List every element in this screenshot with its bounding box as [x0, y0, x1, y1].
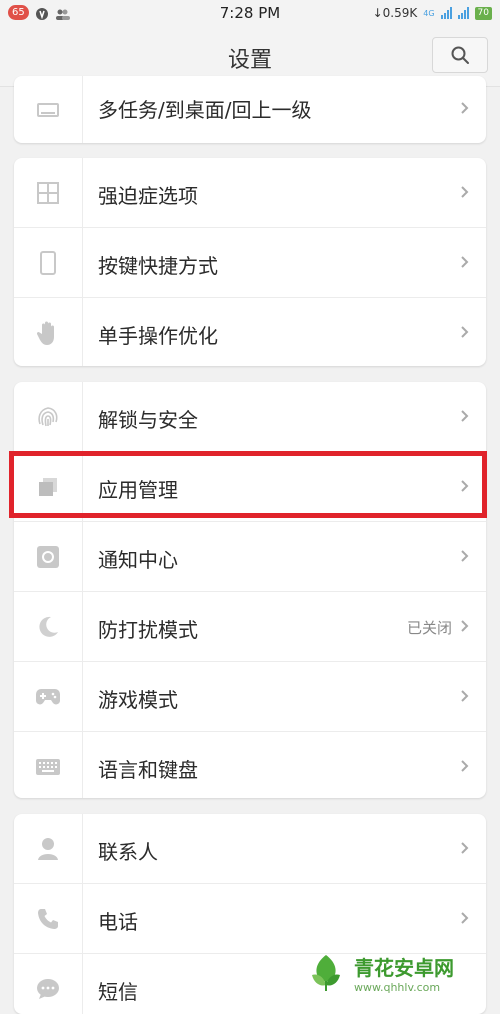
- item-label: 游戏模式: [98, 688, 178, 712]
- settings-item-one-hand[interactable]: 单手操作优化: [14, 297, 486, 366]
- settings-item-game-mode[interactable]: 游戏模式: [14, 661, 486, 731]
- item-label: 联系人: [98, 840, 158, 864]
- chevron-right-icon: [461, 480, 469, 492]
- settings-group-2: 强迫症选项 按键快捷方式 单手操作优化: [14, 158, 486, 366]
- battery-icon: 70: [474, 6, 492, 20]
- settings-item-key-shortcuts[interactable]: 按键快捷方式: [14, 227, 486, 297]
- watermark-logo-icon: [312, 955, 340, 991]
- signal-icon: [440, 7, 452, 19]
- settings-group-1: 多任务/到桌面/回上一级: [14, 76, 486, 143]
- app-manage-icon: [14, 452, 83, 521]
- item-label: 多任务/到桌面/回上一级: [98, 98, 312, 122]
- settings-item-contacts[interactable]: 联系人: [14, 814, 486, 883]
- settings-item-do-not-disturb[interactable]: 防打扰模式 已关闭: [14, 591, 486, 661]
- item-label: 语言和键盘: [98, 758, 198, 782]
- fingerprint-icon: [14, 382, 83, 451]
- chevron-right-icon: [461, 690, 469, 702]
- item-label: 防打扰模式: [98, 618, 198, 642]
- search-icon: [451, 46, 469, 64]
- status-bar: 65 7:28 PM ↓0.59K 4G 70: [0, 0, 500, 28]
- network-type: 4G: [423, 8, 435, 18]
- chevron-right-icon: [461, 102, 469, 114]
- notification-icon: [14, 522, 83, 591]
- settings-item-notification-center[interactable]: 通知中心: [14, 521, 486, 591]
- phone-outline-icon: [14, 228, 83, 297]
- chevron-right-icon: [461, 912, 469, 924]
- settings-group-3: 解锁与安全 应用管理 通知中心 防打扰模式 已关闭 游戏模式 语言和键盘: [14, 382, 486, 798]
- phone-icon: [14, 884, 83, 953]
- watermark-title: 青花安卓网: [354, 956, 454, 980]
- watermark-url: www.qhhlv.com: [354, 981, 441, 994]
- moon-icon: [14, 592, 83, 661]
- item-label: 电话: [98, 910, 138, 934]
- item-label: 按键快捷方式: [98, 254, 218, 278]
- search-button[interactable]: [432, 37, 488, 73]
- settings-item-app-management[interactable]: 应用管理: [14, 451, 486, 521]
- hand-icon: [14, 298, 83, 366]
- chevron-right-icon: [461, 760, 469, 772]
- message-icon: [14, 954, 83, 1014]
- chevron-right-icon: [461, 410, 469, 422]
- chevron-right-icon: [461, 842, 469, 854]
- item-label: 短信: [98, 980, 138, 1004]
- settings-item-multitask[interactable]: 多任务/到桌面/回上一级: [14, 76, 486, 143]
- multitask-icon: [14, 76, 83, 143]
- item-label: 解锁与安全: [98, 408, 198, 432]
- settings-item-language-keyboard[interactable]: 语言和键盘: [14, 731, 486, 798]
- item-label: 单手操作优化: [98, 324, 218, 348]
- watermark: 青花安卓网 www.qhhlv.com: [304, 948, 494, 998]
- item-label: 应用管理: [98, 478, 178, 502]
- grid-icon: [14, 158, 83, 227]
- settings-item-phone[interactable]: 电话: [14, 883, 486, 953]
- page-title: 设置: [227, 48, 272, 73]
- signal-icon-2: [457, 7, 469, 19]
- chevron-right-icon: [461, 620, 469, 632]
- settings-item-unlock-security[interactable]: 解锁与安全: [14, 382, 486, 451]
- net-speed: ↓0.59K: [372, 6, 418, 20]
- chevron-right-icon: [461, 256, 469, 268]
- keyboard-icon: [14, 732, 83, 798]
- contact-icon: [14, 814, 83, 883]
- item-label: 通知中心: [98, 548, 178, 572]
- chevron-right-icon: [461, 550, 469, 562]
- gamepad-icon: [14, 662, 83, 731]
- chevron-right-icon: [461, 326, 469, 338]
- settings-item-ocd-options[interactable]: 强迫症选项: [14, 158, 486, 227]
- dnd-status-value: 已关闭: [406, 619, 452, 637]
- chevron-right-icon: [461, 186, 469, 198]
- item-label: 强迫症选项: [98, 184, 198, 208]
